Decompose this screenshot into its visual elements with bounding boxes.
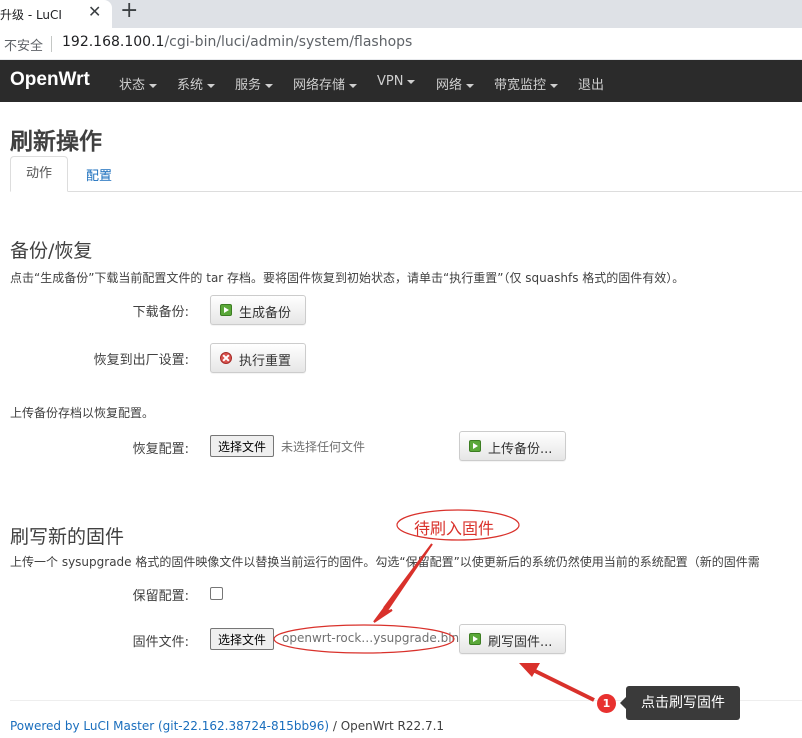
step-badge: 1	[597, 694, 616, 713]
annotation-arrow-down	[373, 543, 433, 623]
annotation-tooltip: 点击刷写固件	[620, 686, 740, 720]
annotation-ellipse-file	[273, 624, 455, 654]
annotation-pending-firmware: 待刷入固件	[414, 519, 495, 538]
annotation-arrow-left	[532, 668, 595, 702]
annotation-overlay	[273, 509, 595, 702]
